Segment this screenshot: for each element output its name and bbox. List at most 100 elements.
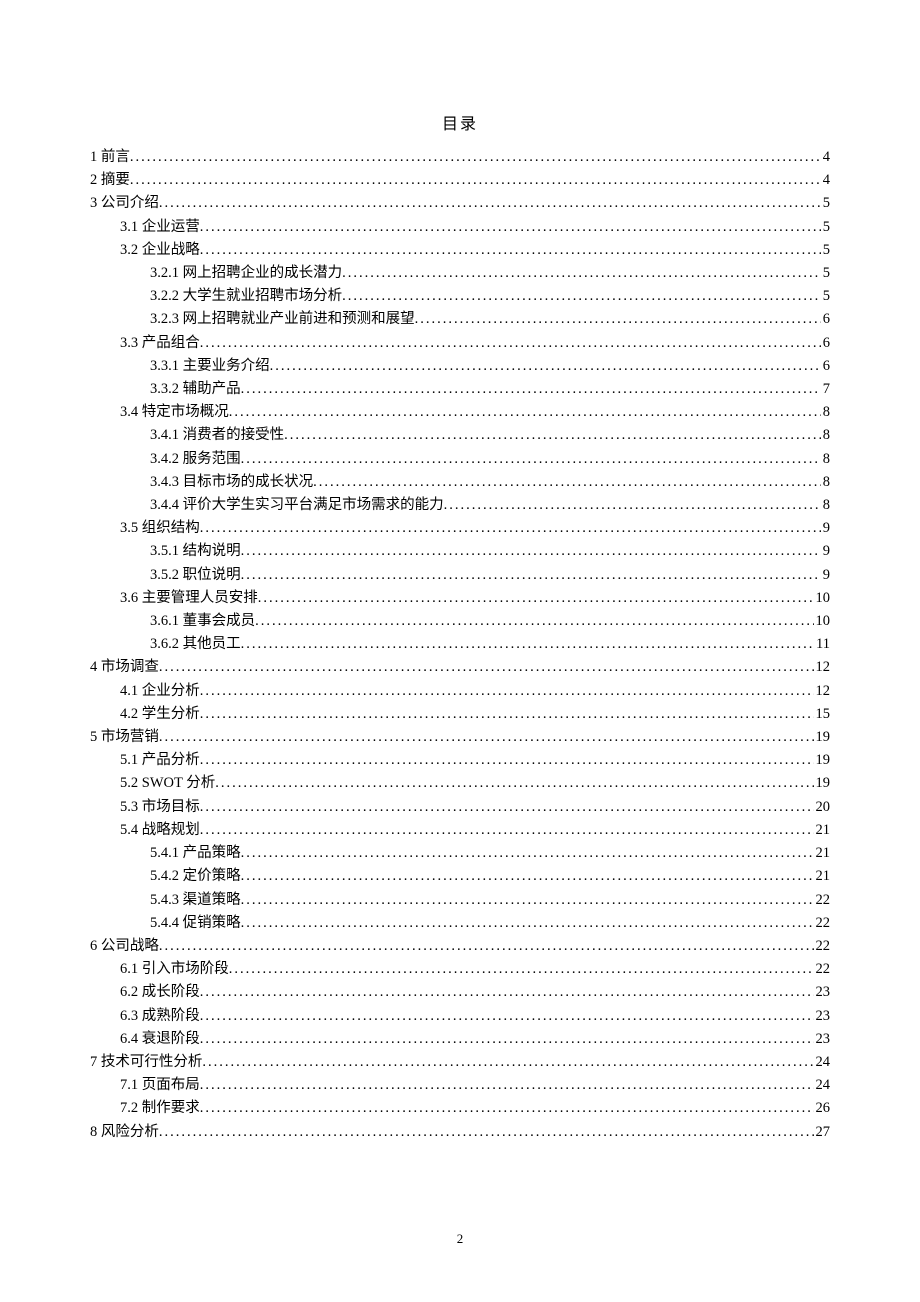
toc-entry-label: 2 摘要 [90, 169, 130, 192]
toc-leader-dots [159, 726, 814, 749]
toc-entry: 3 公司介绍5 [90, 192, 830, 215]
toc-entry-page: 10 [814, 587, 831, 610]
toc-entry-label: 7.2 制作要求 [120, 1097, 200, 1120]
toc-leader-dots [284, 424, 821, 447]
toc-entry: 6.1 引入市场阶段22 [90, 958, 830, 981]
toc-entry-page: 26 [814, 1097, 831, 1120]
toc-entry-label: 3.2.1 网上招聘企业的成长潜力 [150, 262, 342, 285]
toc-entry: 3.4.4 评价大学生实习平台满足市场需求的能力8 [90, 494, 830, 517]
toc-entry-label: 5.4.2 定价策略 [150, 865, 241, 888]
toc-entry-label: 7.1 页面布局 [120, 1074, 200, 1097]
toc-entry-page: 8 [821, 424, 830, 447]
toc-entry-label: 3.4.2 服务范围 [150, 448, 241, 471]
toc-leader-dots [159, 656, 814, 679]
toc-leader-dots [200, 1028, 814, 1051]
toc-entry-label: 3 公司介绍 [90, 192, 159, 215]
toc-entry: 6.4 衰退阶段23 [90, 1028, 830, 1051]
toc-leader-dots [200, 1005, 814, 1028]
toc-entry-label: 3.3.1 主要业务介绍 [150, 355, 270, 378]
toc-entry-label: 3.5 组织结构 [120, 517, 200, 540]
toc-leader-dots [200, 239, 821, 262]
document-page: 目录 1 前言42 摘要43 公司介绍53.1 企业运营53.2 企业战略53.… [0, 0, 920, 1204]
toc-entry-label: 5.4.1 产品策略 [150, 842, 241, 865]
toc-entry-page: 24 [814, 1051, 831, 1074]
toc-entry: 5.4.4 促销策略22 [90, 912, 830, 935]
toc-entry: 3.3 产品组合6 [90, 332, 830, 355]
toc-entry-label: 5.4 战略规划 [120, 819, 200, 842]
toc-leader-dots [159, 935, 814, 958]
toc-entry-label: 3.3 产品组合 [120, 332, 200, 355]
toc-entry-label: 3.4 特定市场概况 [120, 401, 229, 424]
toc-entry-page: 4 [821, 146, 830, 169]
toc-entry-page: 8 [821, 471, 830, 494]
toc-entry: 3.4.3 目标市场的成长状况8 [90, 471, 830, 494]
toc-leader-dots [241, 842, 814, 865]
toc-entry-page: 7 [821, 378, 830, 401]
toc-entry-page: 8 [821, 401, 830, 424]
toc-leader-dots [200, 819, 814, 842]
toc-entry: 5.3 市场目标20 [90, 796, 830, 819]
toc-entry: 3.3.1 主要业务介绍6 [90, 355, 830, 378]
toc-entry: 5.4 战略规划 21 [90, 819, 830, 842]
toc-entry-label: 6.2 成长阶段 [120, 981, 200, 1004]
toc-title: 目录 [90, 110, 830, 134]
toc-entry: 3.5.1 结构说明9 [90, 540, 830, 563]
toc-entry: 7.1 页面布局 24 [90, 1074, 830, 1097]
toc-leader-dots [313, 471, 821, 494]
toc-entry: 4.2 学生分析15 [90, 703, 830, 726]
toc-entry: 4.1 企业分析12 [90, 680, 830, 703]
toc-entry-page: 8 [821, 448, 830, 471]
toc-entry-label: 6.1 引入市场阶段 [120, 958, 229, 981]
toc-entry-page: 27 [814, 1121, 831, 1144]
toc-entry-page: 23 [814, 1005, 831, 1028]
toc-entry-label: 3.5.2 职位说明 [150, 564, 241, 587]
toc-entry: 3.6 主要管理人员安排10 [90, 587, 830, 610]
toc-entry: 3.2.3 网上招聘就业产业前进和预测和展望6 [90, 308, 830, 331]
toc-entry: 3.2 企业战略 5 [90, 239, 830, 262]
toc-entry: 3.4 特定市场概况 8 [90, 401, 830, 424]
toc-entry-page: 9 [821, 564, 830, 587]
toc-entry-page: 9 [821, 540, 830, 563]
toc-entry-page: 8 [821, 494, 830, 517]
toc-entry-label: 5.4.4 促销策略 [150, 912, 241, 935]
toc-entry: 3.5.2 职位说明 9 [90, 564, 830, 587]
toc-entry-page: 5 [821, 239, 830, 262]
toc-entry-label: 8 风险分析 [90, 1121, 159, 1144]
toc-entry-label: 6.4 衰退阶段 [120, 1028, 200, 1051]
toc-leader-dots [200, 216, 821, 239]
toc-leader-dots [159, 1121, 814, 1144]
toc-leader-dots [241, 865, 814, 888]
toc-leader-dots [200, 332, 821, 355]
toc-entry-page: 22 [814, 935, 831, 958]
toc-entry-page: 21 [814, 819, 831, 842]
toc-leader-dots [241, 889, 814, 912]
toc-entry-label: 3.6.1 董事会成员 [150, 610, 255, 633]
toc-leader-dots [342, 285, 821, 308]
toc-entry-page: 5 [821, 285, 830, 308]
toc-entry-label: 5 市场营销 [90, 726, 159, 749]
toc-entry-label: 3.3.2 辅助产品 [150, 378, 241, 401]
toc-entry-page: 24 [814, 1074, 831, 1097]
toc-entry: 3.5 组织结构 9 [90, 517, 830, 540]
toc-entry: 3.1 企业运营 5 [90, 216, 830, 239]
toc-leader-dots [342, 262, 821, 285]
toc-entry: 3.2.1 网上招聘企业的成长潜力 5 [90, 262, 830, 285]
toc-leader-dots [200, 981, 814, 1004]
toc-entry-label: 4 市场调查 [90, 656, 159, 679]
toc-entry-page: 4 [821, 169, 830, 192]
toc-entry-label: 3.1 企业运营 [120, 216, 200, 239]
toc-entry: 4 市场调查12 [90, 656, 830, 679]
toc-entry-page: 20 [814, 796, 831, 819]
toc-entry: 3.6.1 董事会成员10 [90, 610, 830, 633]
toc-entry-page: 5 [821, 262, 830, 285]
toc-entry-label: 3.2.2 大学生就业招聘市场分析 [150, 285, 342, 308]
toc-entry-page: 5 [821, 216, 830, 239]
toc-entry-label: 3.6.2 其他员工 [150, 633, 241, 656]
toc-leader-dots [200, 517, 821, 540]
toc-leader-dots [159, 192, 821, 215]
toc-entry-label: 3.2 企业战略 [120, 239, 200, 262]
toc-entry-page: 9 [821, 517, 830, 540]
toc-leader-dots [200, 680, 814, 703]
toc-entry-label: 4.2 学生分析 [120, 703, 200, 726]
toc-entry-page: 19 [814, 749, 831, 772]
